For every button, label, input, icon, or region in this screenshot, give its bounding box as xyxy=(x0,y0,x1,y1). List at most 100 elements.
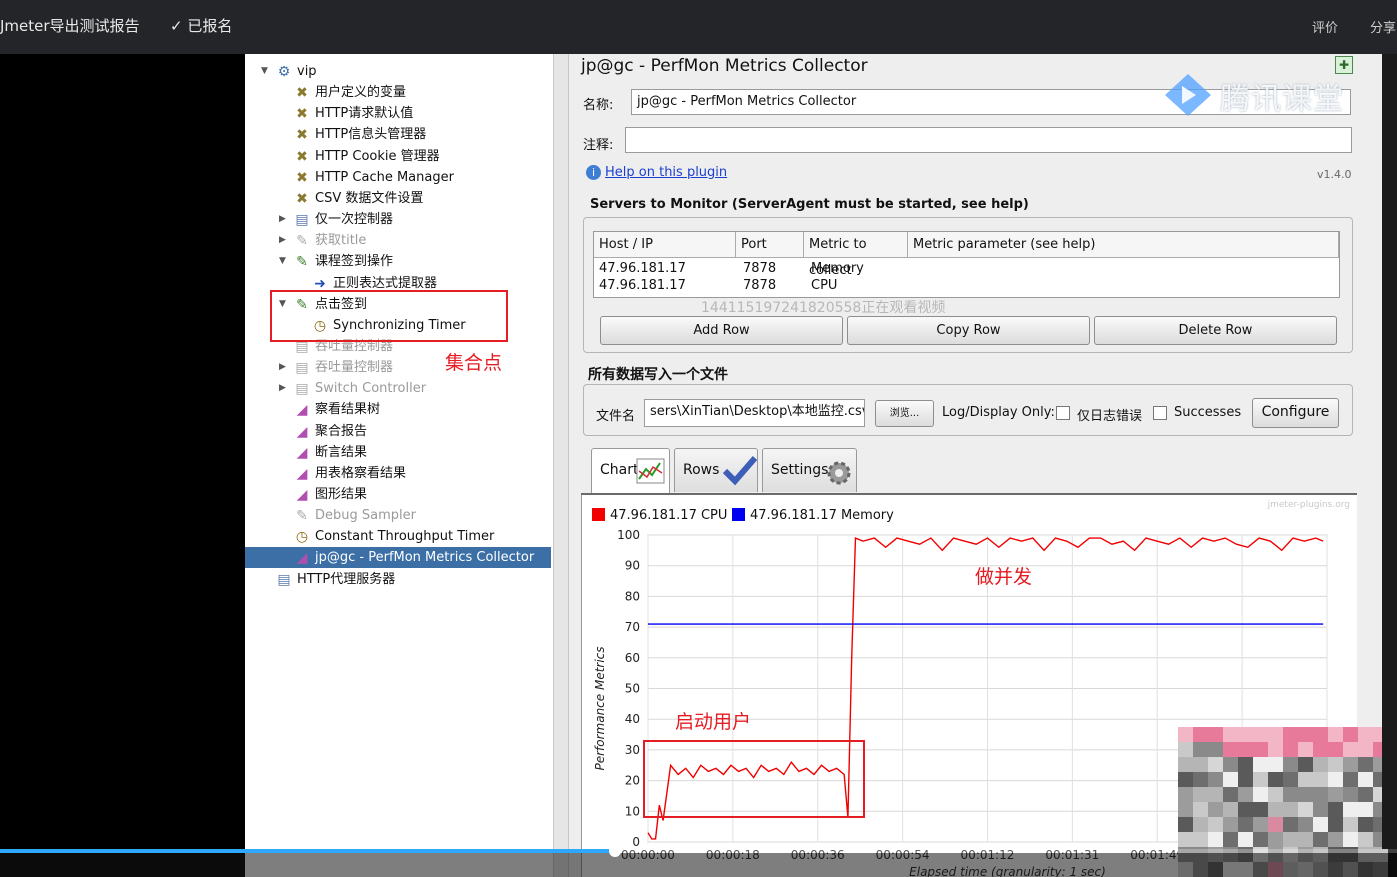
successes-checkbox[interactable] xyxy=(1153,406,1167,420)
mosaic-tile xyxy=(1328,772,1343,787)
table-cell[interactable]: 7878 xyxy=(738,277,776,294)
mosaic-tile xyxy=(1178,757,1193,772)
tree-node[interactable]: ▼ ⚙ vip xyxy=(245,61,545,82)
filename-field[interactable]: sers\XinTian\Desktop\本地监控.csv xyxy=(644,399,865,427)
collapse-arrow-icon[interactable]: ▼ xyxy=(261,61,273,82)
gear-icon xyxy=(827,461,851,485)
mosaic-tile xyxy=(1253,742,1268,757)
help-link[interactable]: Help on this plugin xyxy=(605,165,727,180)
table-cell[interactable]: 7878 xyxy=(738,260,776,277)
tree-node[interactable]: ✖ HTTP信息头管理器 xyxy=(245,124,545,145)
mosaic-tile xyxy=(1358,727,1373,742)
mosaic-tile xyxy=(1298,832,1313,847)
tree-node-label: vip xyxy=(297,64,317,79)
tree-node[interactable]: ◢ 断言结果 xyxy=(245,442,545,463)
tree-node[interactable]: ▶ ▤ 仅一次控制器 xyxy=(245,209,545,230)
tree-node[interactable]: ◢ 用表格察看结果 xyxy=(245,463,545,484)
wrench-icon: ✖ xyxy=(296,85,308,102)
mosaic-tile xyxy=(1358,817,1373,832)
tree-node-label: 断言结果 xyxy=(315,444,368,460)
mosaic-tile xyxy=(1328,817,1343,832)
mosaic-tile xyxy=(1268,787,1283,802)
sampler-icon: ✎ xyxy=(296,508,308,525)
mosaic-tile xyxy=(1253,787,1268,802)
tree-node[interactable]: ◢ jp@gc - PerfMon Metrics Collector xyxy=(245,547,551,569)
tree-node[interactable]: ✖ CSV 数据文件设置 xyxy=(245,188,545,209)
tree-node-label: Constant Throughput Timer xyxy=(315,529,495,545)
tree-node[interactable]: ◢ 聚合报告 xyxy=(245,421,545,442)
tab-chart[interactable]: Chart xyxy=(591,448,670,493)
tree-node[interactable]: ✖ 用户定义的变量 xyxy=(245,82,545,103)
tab-rows[interactable]: Rows xyxy=(674,448,758,492)
split-pane-divider[interactable] xyxy=(553,54,569,877)
chart-icon: ◢ xyxy=(296,402,308,419)
mosaic-tile xyxy=(1343,832,1358,847)
mosaic-tile xyxy=(1178,727,1193,742)
controller-icon: ▤ xyxy=(277,571,291,588)
mosaic-tile xyxy=(1178,772,1193,787)
test-plan-tree[interactable]: ▼ ⚙ vip ✖ 用户定义的变量 ✖ HTTP请求默认值 ✖ HTTP信息头管理器 ✖ HTTP … xyxy=(245,54,553,877)
delete-row-button[interactable]: Delete Row xyxy=(1094,316,1337,345)
share-button[interactable]: 分享 xyxy=(1370,17,1396,36)
tree-node[interactable]: ◢ 图形结果 xyxy=(245,484,545,505)
wrench-icon: ✖ xyxy=(296,127,308,144)
tree-node[interactable]: ◷ Constant Throughput Timer xyxy=(245,526,545,547)
add-row-button[interactable]: Add Row xyxy=(600,316,843,345)
tab-settings[interactable]: Settings xyxy=(762,448,857,492)
tree-node[interactable]: ◢ 察看结果树 xyxy=(245,399,545,420)
mosaic-tile xyxy=(1223,802,1238,817)
expand-arrow-icon[interactable]: ▶ xyxy=(279,378,291,399)
chart-icon: ◢ xyxy=(296,444,308,461)
servers-table[interactable]: Host / IP Port Metric to collect Metric … xyxy=(593,231,1340,298)
mosaic-tile xyxy=(1343,787,1358,802)
mosaic-tile xyxy=(1208,727,1223,742)
column-header-metric-param[interactable]: Metric parameter (see help) xyxy=(908,232,1339,258)
table-cell[interactable]: Memory xyxy=(806,260,864,277)
progress-handle[interactable] xyxy=(608,845,621,857)
tree-node-label: 仅一次控制器 xyxy=(315,212,394,228)
column-header-host[interactable]: Host / IP xyxy=(594,232,736,258)
mosaic-tile xyxy=(1238,757,1253,772)
name-label: 名称: xyxy=(583,98,614,113)
y-tick-label: 40 xyxy=(625,712,640,726)
collapse-arrow-icon[interactable]: ▼ xyxy=(279,251,291,272)
tree-node[interactable]: ✎ Debug Sampler xyxy=(245,505,545,526)
table-cell[interactable]: 47.96.181.17 xyxy=(594,277,686,294)
table-cell[interactable]: 47.96.181.17 xyxy=(594,260,686,277)
expand-arrow-icon[interactable]: ▶ xyxy=(279,209,291,230)
chart-tab-icon xyxy=(636,458,665,484)
tree-node-label: CSV 数据文件设置 xyxy=(315,190,424,206)
browse-button[interactable]: 浏览... xyxy=(875,400,934,427)
mosaic-tile xyxy=(1313,742,1328,757)
tree-node[interactable]: ✖ HTTP Cookie 管理器 xyxy=(245,146,545,167)
mosaic-tile xyxy=(1328,832,1343,847)
tab-settings-label: Settings xyxy=(771,462,829,478)
mosaic-tile xyxy=(1193,787,1208,802)
tree-node[interactable]: ▤ HTTP代理服务器 xyxy=(245,569,545,590)
tree-node[interactable]: ▶ ▤ Switch Controller xyxy=(245,378,545,399)
configure-button[interactable]: Configure xyxy=(1252,398,1339,428)
copy-row-button[interactable]: Copy Row xyxy=(847,316,1090,345)
rate-button[interactable]: 评价 xyxy=(1312,17,1338,36)
tree-node[interactable]: ▶ ✎ 获取title xyxy=(245,230,545,251)
mosaic-tile xyxy=(1253,727,1268,742)
tree-node-label: 课程签到操作 xyxy=(315,254,394,270)
mosaic-tile xyxy=(1358,757,1373,772)
mosaic-tile xyxy=(1193,727,1208,742)
tree-node[interactable]: ▼ ✎ 课程签到操作 xyxy=(245,251,545,272)
vertical-scrollbar[interactable] xyxy=(1382,54,1397,849)
tree-node[interactable]: ✖ HTTP Cache Manager xyxy=(245,167,545,188)
expand-arrow-icon[interactable]: ▶ xyxy=(279,230,291,251)
table-cell[interactable]: CPU xyxy=(806,277,837,294)
tree-node[interactable]: ✖ HTTP请求默认值 xyxy=(245,103,545,124)
column-header-port[interactable]: Port xyxy=(736,232,804,258)
mosaic-tile xyxy=(1298,742,1313,757)
expand-arrow-icon[interactable]: ▶ xyxy=(279,357,291,378)
errors-only-checkbox[interactable] xyxy=(1056,406,1070,420)
comment-field[interactable] xyxy=(625,127,1352,153)
panel-title: jp@gc - PerfMon Metrics Collector xyxy=(581,56,868,76)
mosaic-tile xyxy=(1178,787,1193,802)
filename-label: 文件名 xyxy=(596,409,636,424)
tree-node-label: 吞吐量控制器 xyxy=(315,360,394,376)
column-header-metric[interactable]: Metric to collect xyxy=(804,232,908,278)
